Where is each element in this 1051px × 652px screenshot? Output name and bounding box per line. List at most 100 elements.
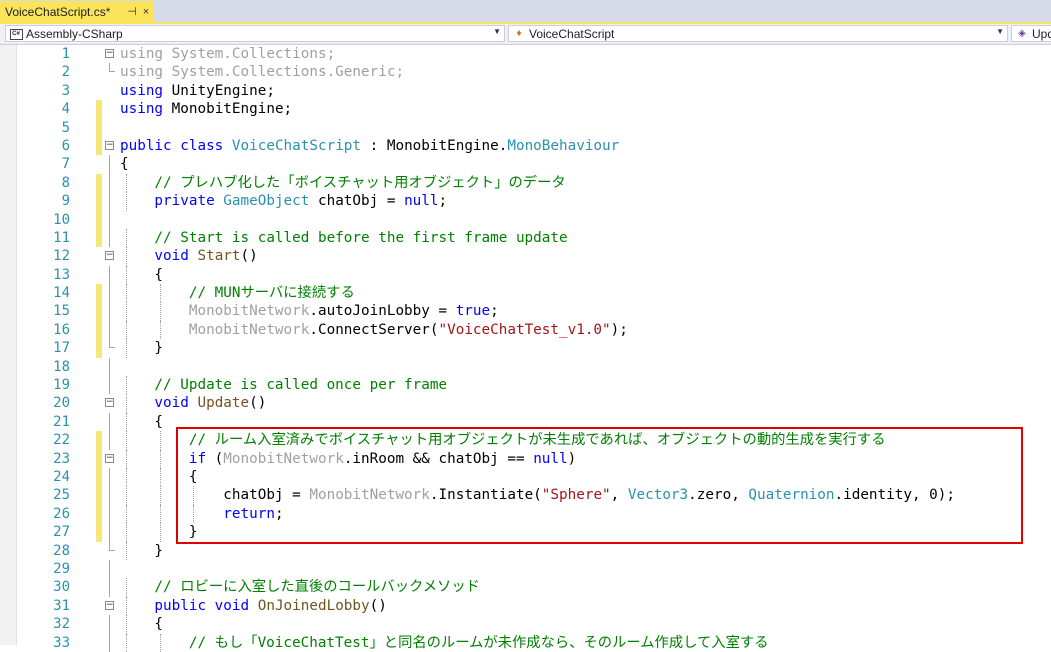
line-number: 9 — [61, 193, 70, 210]
code-token: using System.Collections; — [120, 46, 336, 62]
code-text: } — [120, 523, 198, 541]
code-line[interactable]: 29 — [0, 559, 1051, 579]
code-text: } — [120, 339, 163, 357]
fold-line — [109, 265, 110, 285]
collapse-icon[interactable]: − — [105, 398, 114, 408]
code-line[interactable]: 15 MonobitNetwork.autoJoinLobby = true; — [0, 302, 1051, 321]
code-token: public class — [120, 137, 224, 154]
code-line[interactable]: 21 { — [0, 412, 1051, 432]
csharp-project-icon: C# — [8, 27, 24, 40]
code-token: Update — [188, 395, 250, 412]
code-line[interactable]: 22 // ルーム入室済みでボイスチャット用オブジェクトが未生成であれば、オブジ… — [0, 431, 1051, 450]
code-token: } — [120, 542, 164, 559]
code-line[interactable]: 6 − public class VoiceChatScript : Monobit… — [0, 136, 1051, 156]
code-line[interactable]: 2 using System.Collections.Generic; — [0, 63, 1051, 81]
line-number: 25 — [53, 487, 70, 504]
fold-line — [109, 523, 110, 542]
code-line[interactable]: 24 { — [0, 467, 1051, 487]
line-number: 28 — [53, 542, 70, 559]
fold-line — [109, 284, 110, 303]
line-number: 5 — [61, 119, 70, 136]
code-line[interactable]: 20 − void Update() — [0, 394, 1051, 413]
code-line[interactable]: 12 − void Start() — [0, 247, 1051, 266]
code-token: } — [120, 340, 164, 357]
code-line[interactable]: 27 } — [0, 523, 1051, 542]
code-token: VoiceChatScript — [223, 137, 362, 154]
code-token: null — [404, 193, 439, 210]
code-token: // ロビーに入室した直後のコールバックメソッド — [120, 579, 480, 596]
code-line[interactable]: 17 } — [0, 339, 1051, 358]
member-dropdown[interactable]: ◈ Upd — [1011, 25, 1051, 42]
code-line[interactable]: 32 { — [0, 615, 1051, 634]
code-token: // MUNサーバに接続する — [120, 285, 355, 302]
code-line[interactable]: 30 // ロビーに入室した直後のコールバックメソッド — [0, 578, 1051, 597]
collapse-icon[interactable]: − — [105, 600, 114, 610]
code-text: // プレハブ化した「ボイスチャット用オブジェクト」のデータ — [120, 174, 565, 192]
code-line[interactable]: 8 // プレハブ化した「ボイスチャット用オブジェクト」のデータ — [0, 173, 1051, 193]
tab-voicechatscript[interactable]: VoiceChatScript.cs* ⊣ × — [0, 1, 153, 22]
code-line[interactable]: 19 // Update is called once per frame — [0, 376, 1051, 395]
code-line[interactable]: 9 private GameObject chatObj = null; — [0, 192, 1051, 211]
collapse-icon[interactable]: − — [105, 140, 114, 150]
code-line[interactable]: 28 } — [0, 541, 1051, 560]
code-text: // MUNサーバに接続する — [120, 284, 355, 302]
code-line[interactable]: 26 return; — [0, 504, 1051, 524]
tab-title: VoiceChatScript.cs* — [5, 4, 111, 19]
fold-line — [109, 357, 110, 377]
code-token: chatObj = — [120, 487, 310, 504]
pin-icon[interactable]: ⊣ — [125, 5, 139, 18]
code-token: .zero, — [688, 487, 749, 504]
close-icon[interactable]: × — [139, 6, 153, 18]
line-number: 12 — [53, 248, 70, 265]
line-number: 15 — [53, 303, 70, 320]
fold-line — [109, 192, 110, 211]
code-token: MonobitNetwork — [223, 450, 344, 467]
line-number: 14 — [53, 285, 70, 302]
code-line[interactable]: 3 using UnityEngine; — [0, 82, 1051, 100]
line-number: 23 — [53, 450, 70, 467]
code-line[interactable]: 31 − public void OnJoinedLobby() — [0, 596, 1051, 616]
code-token: ( — [206, 450, 224, 467]
code-line[interactable]: 14 // MUNサーバに接続する — [0, 284, 1051, 303]
code-line[interactable]: 11 // Start is called before the first f… — [0, 228, 1051, 248]
collapse-icon[interactable]: − — [105, 49, 114, 58]
code-line[interactable]: 7{ — [0, 155, 1051, 174]
change-marker — [96, 100, 102, 119]
code-line[interactable]: 16 MonobitNetwork.ConnectServer("VoiceCh… — [0, 320, 1051, 340]
code-line[interactable]: 33 // もし「VoiceChatTest」と同名のルームが未作成なら、そのル… — [0, 633, 1051, 652]
code-editor[interactable]: 1− using System.Collections; 2 using System… — [0, 45, 1051, 652]
code-line[interactable]: 18 — [0, 357, 1051, 377]
member-dropdown-value: Upd — [1032, 26, 1051, 41]
code-token: MonobitEngine; — [163, 101, 293, 118]
code-text: } — [120, 542, 163, 560]
collapse-icon[interactable]: − — [105, 453, 114, 463]
change-marker — [96, 284, 102, 303]
code-token: "VoiceChatTest_v1.0" — [438, 321, 611, 338]
class-dropdown[interactable]: ♦ VoiceChatScript ▼ — [508, 25, 1008, 42]
code-line[interactable]: 10 — [0, 210, 1051, 229]
code-line[interactable]: 1 − using System.Collections; — [0, 45, 1051, 63]
code-token: return — [120, 505, 275, 522]
code-token: } — [120, 524, 198, 541]
class-icon: ♦ — [516, 28, 522, 39]
code-token: Vector3 — [627, 487, 689, 504]
project-dropdown-value: Assembly-CSharp — [26, 26, 123, 41]
code-line[interactable]: 13 { — [0, 265, 1051, 285]
code-line[interactable]: 25 chatObj = MonobitNetwork.Instantiate(… — [0, 486, 1051, 505]
line-number: 30 — [53, 579, 70, 596]
code-line[interactable]: 23 − if (MonobitNetwork.inRoom && chatObj… — [0, 449, 1051, 468]
code-line[interactable]: 5 — [0, 118, 1051, 137]
code-token: MonoBehaviour — [507, 137, 620, 154]
fold-line — [109, 155, 110, 174]
code-text: MonobitNetwork.ConnectServer("VoiceChatT… — [120, 321, 628, 339]
code-line[interactable]: 4 using MonobitEngine; — [0, 100, 1051, 119]
collapse-icon[interactable]: − — [105, 251, 114, 261]
code-text: public void OnJoinedLobby() — [120, 597, 386, 615]
code-token: MonobitNetwork — [120, 303, 310, 320]
change-marker — [96, 449, 102, 468]
fold-line — [109, 173, 110, 193]
code-text: using System.Collections.Generic; — [120, 63, 404, 81]
fold-line — [109, 320, 110, 340]
fold-end-marker — [109, 63, 115, 73]
project-dropdown[interactable]: C# Assembly-CSharp ▼ — [5, 25, 505, 42]
